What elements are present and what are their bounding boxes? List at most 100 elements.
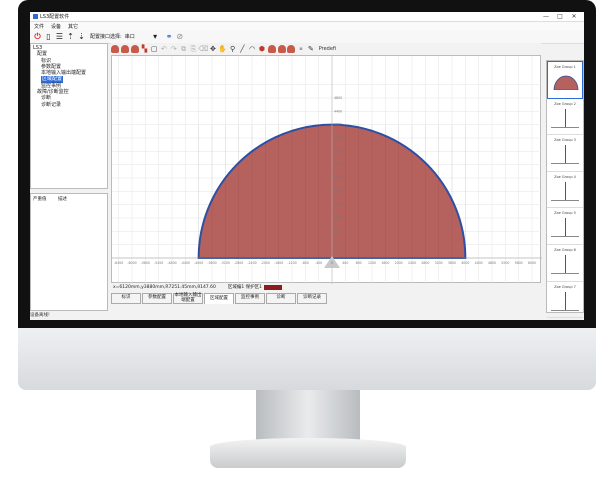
undo-icon[interactable]: ↶ — [160, 45, 168, 53]
toolbar: ⏻ ▯ ☰ ⇡ ⇣ 配置接口选择: 串口 ▾ ⚭ ⊘ — [30, 30, 584, 44]
preset-hood-icon[interactable] — [287, 45, 296, 53]
x-tick-label: -3600 — [207, 261, 216, 265]
brush-icon[interactable]: ▚ — [140, 45, 148, 53]
preset-hood-icon[interactable] — [277, 45, 286, 53]
coordinate-readout: x=6120mm,y3880mm,R7251.45mm,θ147.60 — [113, 284, 216, 290]
x-tick-label: 3600 — [448, 261, 456, 265]
app-icon — [33, 14, 38, 19]
maximize-button[interactable]: □ — [553, 13, 567, 20]
y-tick-label: 400 — [334, 243, 340, 247]
menu-file[interactable]: 文件 — [34, 23, 44, 30]
zone-group-label: Zoe Group 7 — [554, 284, 576, 289]
zone-thumbnail-base — [551, 236, 579, 238]
window-title: LS3配置软件 — [40, 14, 70, 20]
pan-hand-icon[interactable]: ✋ — [218, 45, 227, 53]
disconnect-icon[interactable]: ⊘ — [176, 32, 183, 41]
tab[interactable]: 参数配置 — [142, 293, 172, 304]
x-tick-label: 4400 — [475, 261, 483, 265]
x-tick-label: -800 — [302, 261, 309, 265]
zone-thumbnail-line — [565, 291, 566, 310]
zoom-icon[interactable]: ⊞ — [297, 45, 305, 53]
tree-item-label: 诊断记录 — [41, 101, 62, 108]
zone-group-item[interactable]: Zoe Group 3 — [547, 135, 583, 172]
frame-icon[interactable]: ▢ — [150, 45, 158, 53]
y-tick-label: 3200 — [334, 149, 342, 153]
zone-thumbnail-line — [565, 108, 566, 127]
redo-icon[interactable]: ↷ — [170, 45, 178, 53]
x-tick-label: -6400 — [114, 261, 123, 265]
tab[interactable]: 诊断 — [266, 293, 296, 304]
y-tick-label: 2400 — [334, 176, 342, 180]
tree-item-label: 参数配置 — [41, 63, 62, 70]
port-select[interactable]: 串口 — [125, 33, 151, 40]
zone-plot-svg[interactable]: -6400 -6000 -5600 -5200 -4800 -4400 -4000 -3600… — [112, 56, 542, 284]
field-color-swatch[interactable] — [263, 284, 282, 290]
main-area: LS3 配置 标识 参数配置 本地输入输出端配置 区域配置 监控事例 故障/诊断监控 诊断 诊断记… — [30, 43, 584, 320]
x-tick-label: -3200 — [221, 261, 230, 265]
x-tick-label: 4000 — [461, 261, 469, 265]
minimize-button[interactable]: — — [539, 13, 553, 20]
line-icon[interactable]: ╱ — [238, 45, 246, 53]
predefined-label: Predefi — [318, 46, 337, 52]
y-tick-label: 4400 — [334, 109, 342, 113]
chevron-down-icon[interactable]: ▾ — [151, 32, 160, 41]
download-icon[interactable]: ⇣ — [77, 32, 86, 41]
eyedropper-icon[interactable]: ⚲ — [229, 45, 237, 53]
close-button[interactable]: ✕ — [567, 13, 581, 20]
coordinate-bar: x=6120mm,y3880mm,R7251.45mm,θ147.60 区域编1… — [111, 283, 541, 291]
y-tick-label: 4000 — [334, 123, 342, 127]
y-tick-label: 2800 — [334, 163, 342, 167]
zone-group-item[interactable]: Zoe Group 2 — [547, 99, 583, 136]
tab[interactable]: 标识 — [111, 293, 141, 304]
zone-group-item[interactable]: Zoe Group 1 — [547, 61, 583, 99]
x-tick-label: 2400 — [408, 261, 416, 265]
connect-icon[interactable]: ⚭ — [166, 32, 173, 41]
x-tick-label: 5600 — [515, 261, 523, 265]
preset-hood-icon[interactable] — [111, 45, 119, 53]
x-tick-label: 2800 — [421, 261, 429, 265]
list-icon[interactable]: ☰ — [55, 32, 64, 41]
zone-group-item[interactable]: Zoe Group 6 — [547, 245, 583, 282]
x-tick-label: -5600 — [141, 261, 150, 265]
preset-hood-icon[interactable] — [130, 45, 139, 53]
monitor: LS3配置软件 — □ ✕ 文件 设备 其它 ⏻ ▯ ☰ ⇡ ⇣ 配置接口选择:… — [18, 0, 596, 468]
title-bar: LS3配置软件 — □ ✕ — [30, 12, 584, 22]
power-icon[interactable]: ⏻ — [33, 32, 42, 41]
zone-thumbnail-base — [551, 126, 579, 128]
tree-item[interactable]: 诊断记录 — [33, 102, 105, 108]
device-icon[interactable]: ▯ — [44, 32, 53, 41]
x-tick-label: -2800 — [234, 261, 243, 265]
tree-item-label: 诊断 — [41, 95, 52, 102]
x-tick-label: 3200 — [435, 261, 443, 265]
monitor-chin — [18, 328, 596, 390]
clear-icon[interactable]: ⌫ — [198, 45, 208, 53]
copy-icon[interactable]: ⧉ — [180, 45, 188, 53]
upload-icon[interactable]: ⇡ — [66, 32, 75, 41]
x-tick-label: -400 — [315, 261, 322, 265]
app-screen: LS3配置软件 — □ ✕ 文件 设备 其它 ⏻ ▯ ☰ ⇡ ⇣ 配置接口选择:… — [30, 12, 584, 320]
monitor-stand-foot — [210, 438, 406, 468]
preset-hood-icon[interactable] — [120, 45, 129, 53]
preset-hood-icon[interactable] — [267, 45, 276, 53]
zone-group-item[interactable]: Zoe Group 4 — [547, 172, 583, 209]
tab[interactable]: 本地输入输出端配置 — [173, 293, 203, 304]
x-tick-label: 400 — [342, 261, 348, 265]
draw-icon[interactable]: ✎ — [307, 45, 315, 53]
y-tick-label: 2000 — [334, 189, 342, 193]
zone-plot[interactable]: -6400 -6000 -5600 -5200 -4800 -4400 -4000 -3600… — [111, 55, 542, 284]
move-icon[interactable]: ✥ — [209, 45, 217, 53]
tab[interactable]: 区域配置 — [204, 293, 234, 304]
x-tick-label: 5200 — [501, 261, 509, 265]
bottom-tabs: 标识 参数配置 本地输入输出端配置 区域配置 监控事例 诊断 诊断记录 — [111, 291, 541, 304]
x-tick-label: 1600 — [381, 261, 389, 265]
tab[interactable]: 监控事例 — [235, 293, 265, 304]
menu-device[interactable]: 设备 — [51, 23, 61, 30]
sensor-icon[interactable]: ⬢ — [258, 45, 266, 53]
zone-group-item[interactable]: Zoe Group 5 — [547, 208, 583, 245]
paste-icon[interactable]: ⎘ — [189, 45, 197, 53]
arc-icon[interactable]: ◠ — [248, 45, 256, 53]
zone-group-item[interactable]: Zoe Group 7 — [547, 282, 583, 319]
zone-toolbar: ▚ ▢ ↶ ↷ ⧉ ⎘ ⌫ ✥ ✋ ⚲ ╱ ◠ ⬢ ⊞ ✎ Predefi — [111, 43, 541, 55]
menu-other[interactable]: 其它 — [68, 23, 78, 30]
tab[interactable]: 诊断记录 — [297, 293, 327, 304]
